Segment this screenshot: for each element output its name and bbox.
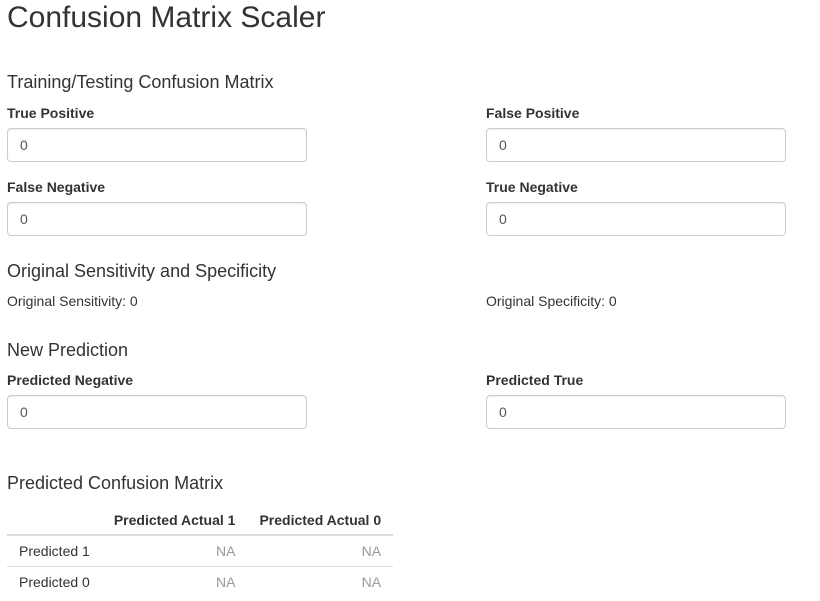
true-negative-input[interactable] [486,202,786,236]
predicted-true-label: Predicted True [486,372,584,388]
training-section-title: Training/Testing Confusion Matrix [7,72,274,92]
false-negative-input[interactable] [7,202,307,236]
table-row: Predicted 1 NA NA [7,534,394,567]
true-positive-label: True Positive [7,105,95,121]
false-negative-label: False Negative [7,179,106,195]
predicted-negative-label: Predicted Negative [7,372,134,388]
page-title: Confusion Matrix Scaler [7,1,326,34]
table-row: Predicted 0 NA NA [7,566,394,597]
row-label-predicted-1: Predicted 1 [7,534,102,567]
table-header-corner [7,505,102,536]
original-section-title: Original Sensitivity and Specificity [7,261,277,281]
table-header-predicted-actual-0: Predicted Actual 0 [247,505,394,536]
table-header-row: Predicted Actual 1 Predicted Actual 0 [7,505,394,536]
table-header-predicted-actual-1: Predicted Actual 1 [101,505,248,536]
true-positive-input[interactable] [7,128,307,162]
false-positive-input[interactable] [486,128,786,162]
table-cell: NA [101,534,248,567]
original-specificity-text: Original Specificity: 0 [486,293,617,309]
predicted-negative-input[interactable] [7,395,307,429]
new-prediction-section-title: New Prediction [7,340,129,360]
predicted-true-input[interactable] [486,395,786,429]
false-positive-label: False Positive [486,105,580,121]
predicted-confusion-matrix-table: Predicted Actual 1 Predicted Actual 0 Pr… [7,505,394,597]
true-negative-label: True Negative [486,179,578,195]
table-cell: NA [247,534,394,567]
table-cell: NA [247,566,394,597]
row-label-predicted-0: Predicted 0 [7,566,102,597]
predicted-matrix-section-title: Predicted Confusion Matrix [7,473,224,493]
table-cell: NA [101,566,248,597]
original-sensitivity-text: Original Sensitivity: 0 [7,293,138,309]
